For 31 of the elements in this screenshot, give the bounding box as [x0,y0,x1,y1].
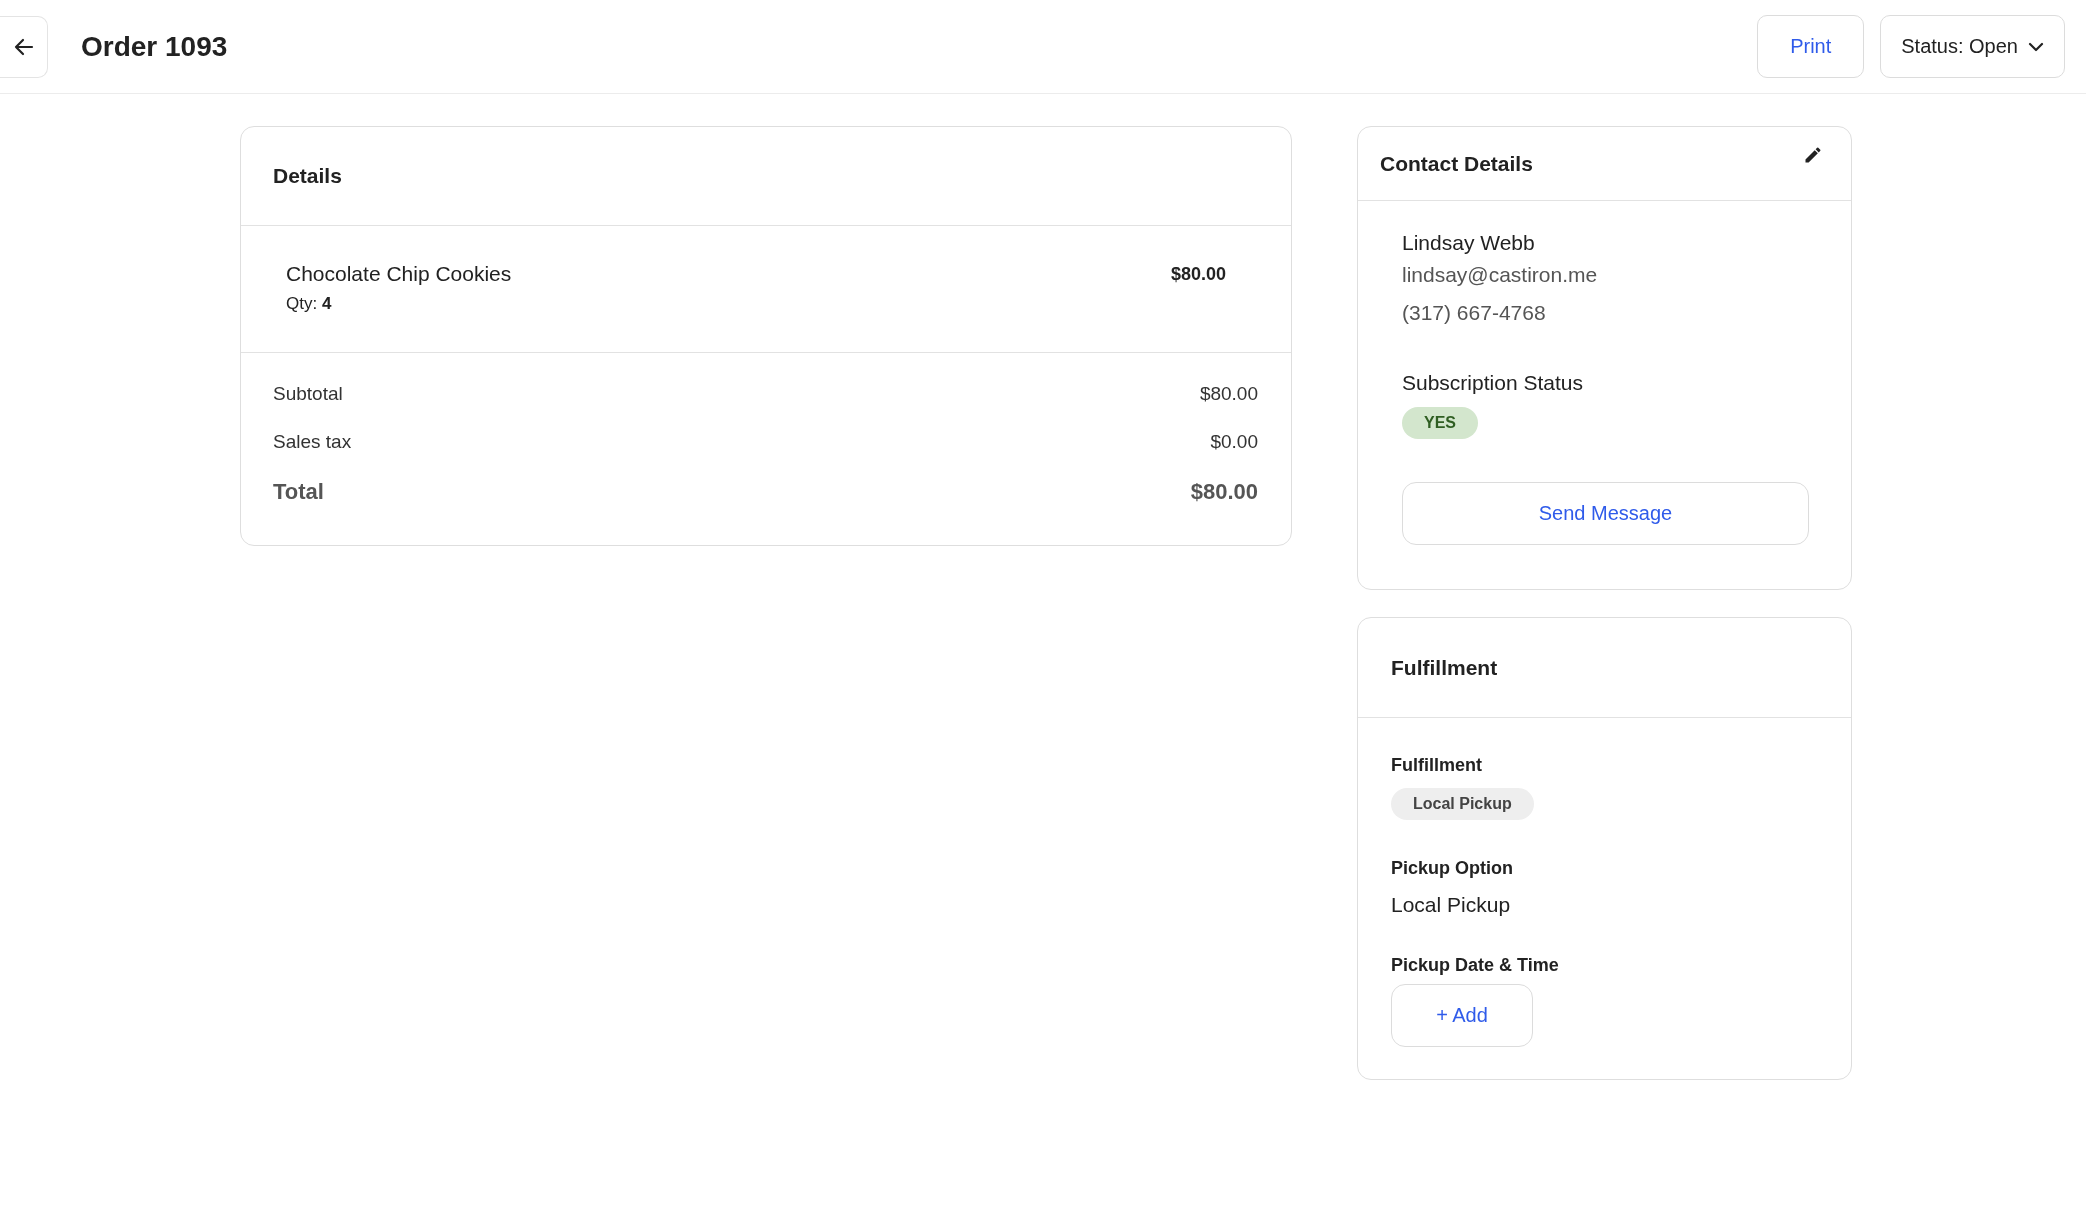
chevron-down-icon [2028,41,2044,52]
contact-phone: (317) 667-4768 [1402,301,1547,325]
subscription-badge: YES [1402,407,1478,439]
back-button[interactable] [0,15,48,78]
item-name: Chocolate Chip Cookies [286,262,512,286]
card-title: Fulfillment [1391,655,1498,680]
page-title: Order 1093 [81,30,229,63]
field-label: Fulfillment [1391,755,1483,776]
pencil-icon [1803,145,1823,165]
total-label: Subtotal [273,383,343,405]
total-value: $80.00 [1190,479,1258,505]
add-button[interactable]: + Add [1391,984,1533,1047]
print-button[interactable]: Print [1757,15,1865,78]
contact-email: lindsay@castiron.me [1402,263,1599,287]
card-title: Details [273,164,342,188]
field-label: Pickup Option [1391,858,1514,879]
card-title: Contact Details [1380,151,1533,176]
item-quantity: Qty: 4 [286,294,333,314]
total-value: $80.00 [1199,383,1258,405]
total-label: Total [273,479,324,505]
field-label: Pickup Date & Time [1391,955,1560,976]
send-message-button[interactable]: Send Message [1402,482,1809,545]
field-value: Local Pickup [1391,893,1512,917]
item-price: $80.00 [1170,264,1226,285]
contact-name: Lindsay Webb [1402,231,1536,255]
status-dropdown[interactable]: Status: Open [1880,15,2065,78]
fulfillment-tag: Local Pickup [1391,788,1534,820]
subscription-label: Subscription Status [1402,371,1584,395]
total-label: Sales tax [273,431,352,453]
edit-button[interactable] [1803,145,1823,165]
total-value: $0.00 [1210,431,1258,453]
